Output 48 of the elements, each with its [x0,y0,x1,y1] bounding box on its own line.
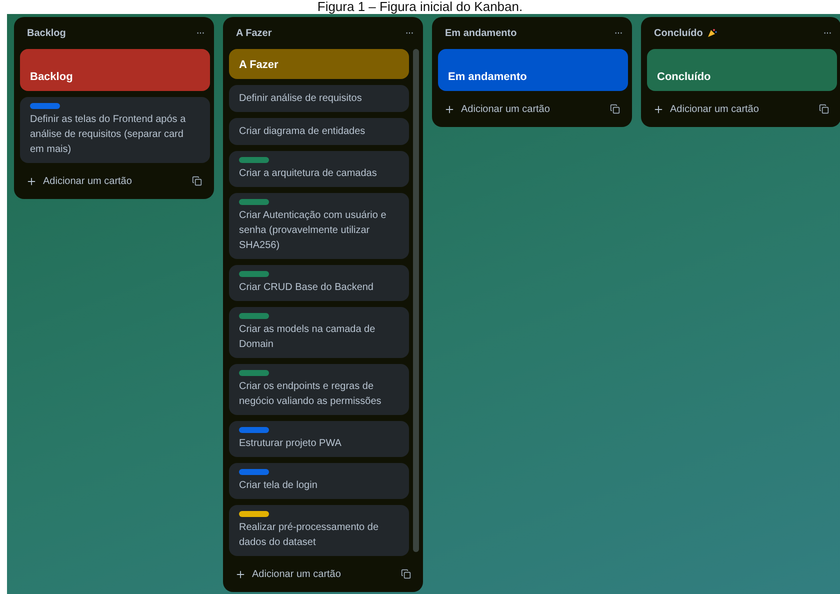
task-card[interactable]: Estruturar projeto PWA [229,421,409,457]
scrollbar[interactable] [413,49,419,552]
template-icon[interactable] [610,104,620,114]
more-icon[interactable]: ··· [823,27,831,39]
add-card-button[interactable]: Adicionar um cartão [26,176,132,186]
card-title: Definir análise de requisitos [239,92,363,106]
list-title: Em andamento [445,28,517,38]
add-card-button[interactable]: Adicionar um cartão [653,104,759,114]
card-title: Criar diagrama de entidades [239,125,366,139]
plus-icon [235,568,246,580]
task-card[interactable]: Realizar pré-processamento de dados do dataset [229,505,409,556]
card-cover[interactable]: Em andamento [438,49,628,91]
template-icon[interactable] [192,176,202,186]
card-title: Criar os endpoints e regras de negócio valiando as permissões [239,380,382,409]
task-card[interactable]: Criar os endpoints e regras de negócio valiando as permissões [229,364,409,415]
card-title: Definir as telas do Frontend após a análise de requisitos (separar card em mais) [30,113,187,157]
task-card[interactable]: Criar as models na camada de Domain [229,307,409,358]
template-icon[interactable] [401,569,411,579]
card-title: Criar tela de login [239,479,318,493]
template-icon[interactable] [819,104,829,114]
more-icon[interactable]: ··· [614,27,622,39]
figure-caption: Figura 1 – Figura inicial do Kanban. [316,0,524,14]
card-title: Estruturar projeto PWA [239,437,342,451]
more-icon[interactable]: ··· [196,27,204,39]
plus-icon [444,104,455,114]
card-title: Criar Autenticação com usuário e senha (provavelmente utilizar SHA256) [239,209,388,253]
card-title: Realizar pré-processamento de dados do dataset [239,521,380,550]
task-card[interactable]: Criar tela de login [229,463,409,499]
task-card[interactable]: Definir análise de requisitos [229,85,409,112]
plus-icon [653,104,664,114]
card-cover[interactable]: Backlog [20,49,210,91]
card-title: Criar as models na camada de Domain [239,323,376,352]
task-card[interactable]: Criar diagrama de entidades [229,118,409,145]
task-card[interactable]: Criar Autenticação com usuário e senha (provavelmente utilizar SHA256) [229,193,409,259]
plus-icon [26,176,37,186]
add-card-button[interactable]: Adicionar um cartão [444,104,550,114]
card-cover[interactable]: Concluído [647,49,837,91]
list-title: Concluído [654,28,703,38]
more-icon[interactable]: ··· [405,27,413,39]
card-title: Criar CRUD Base do Backend [239,281,374,295]
card-cover[interactable]: A Fazer [229,49,409,79]
task-card[interactable]: Criar CRUD Base do Backend [229,265,409,301]
task-card[interactable]: Definir as telas do Frontend após a análise de requisitos (separar card em mais) [20,97,210,163]
list-title: Backlog [27,28,66,38]
task-card[interactable]: Criar a arquitetura de camadas [229,151,409,187]
card-title: Criar a arquitetura de camadas [239,167,378,181]
add-card-button[interactable]: Adicionar um cartão [235,568,341,580]
list-title: A Fazer [236,28,272,38]
